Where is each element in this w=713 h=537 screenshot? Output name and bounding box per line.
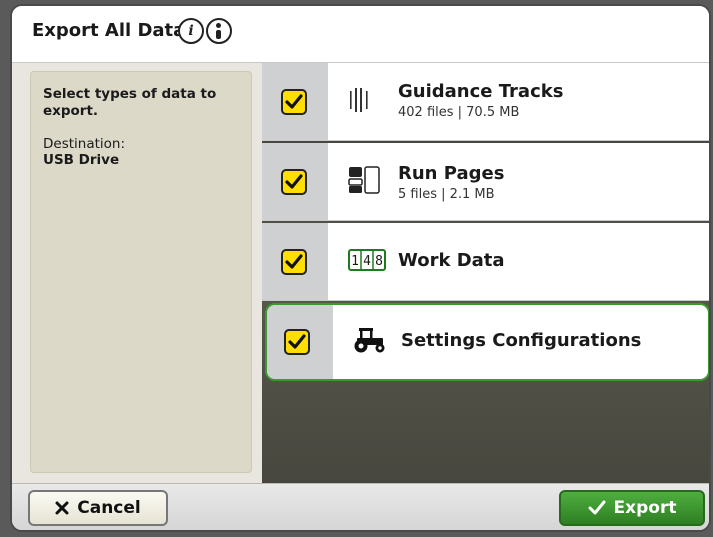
export-label: Export: [613, 498, 677, 518]
dialog-header: Export All Data i: [12, 6, 709, 63]
item-name: Guidance Tracks: [398, 81, 564, 102]
item-meta: 402 files | 70.5 MB: [398, 105, 520, 120]
list-item-work-data[interactable]: 1 4 8 Work Data: [262, 223, 709, 301]
export-button[interactable]: Export: [559, 490, 705, 526]
svg-text:4: 4: [363, 254, 371, 269]
item-name: Settings Configurations: [401, 330, 642, 351]
instruction-text: Select types of data to export.: [43, 86, 217, 119]
checkmark-icon: [588, 500, 606, 515]
guidance-tracks-checkbox[interactable]: [281, 88, 307, 115]
item-name: Run Pages: [398, 163, 505, 184]
info-icon[interactable]: i: [178, 18, 204, 44]
info-icon-2[interactable]: [206, 18, 232, 44]
dialog-body: Select types of data to export. Destinat…: [12, 63, 709, 483]
close-icon: [55, 501, 69, 515]
list-item-settings-configurations[interactable]: Settings Configurations: [265, 303, 709, 381]
checkbox-column: [262, 223, 328, 300]
run-pages-checkbox[interactable]: [281, 168, 307, 195]
work-data-checkbox[interactable]: [281, 248, 307, 275]
list-item-guidance-tracks[interactable]: Guidance Tracks 402 files | 70.5 MB: [262, 63, 709, 141]
cancel-label: Cancel: [77, 498, 141, 518]
dialog-footer: Cancel Export: [12, 483, 709, 530]
settings-configurations-checkbox[interactable]: [284, 329, 310, 355]
destination-label: Destination:: [43, 136, 126, 152]
checkbox-column: [267, 305, 333, 379]
checkbox-column: [262, 63, 328, 140]
svg-text:8: 8: [375, 254, 383, 269]
dialog-title: Export All Data: [32, 20, 186, 41]
checkbox-column: [262, 143, 328, 220]
tractor-icon: [351, 327, 387, 357]
item-meta: 5 files | 2.1 MB: [398, 187, 495, 202]
work-data-counter-icon: 1 4 8: [348, 248, 386, 275]
guidance-tracks-icon: [348, 87, 370, 117]
item-name: Work Data: [398, 250, 505, 271]
list-item-run-pages[interactable]: Run Pages 5 files | 2.1 MB: [262, 143, 709, 221]
info-panel: Select types of data to export. Destinat…: [30, 71, 252, 473]
destination-value: USB Drive: [43, 152, 120, 168]
data-type-list: Guidance Tracks 402 files | 70.5 MB Run …: [262, 63, 709, 483]
svg-text:1: 1: [351, 254, 359, 269]
export-dialog: Export All Data i Select types of data t…: [10, 4, 711, 532]
run-pages-icon: [348, 165, 380, 198]
cancel-button[interactable]: Cancel: [28, 490, 168, 526]
